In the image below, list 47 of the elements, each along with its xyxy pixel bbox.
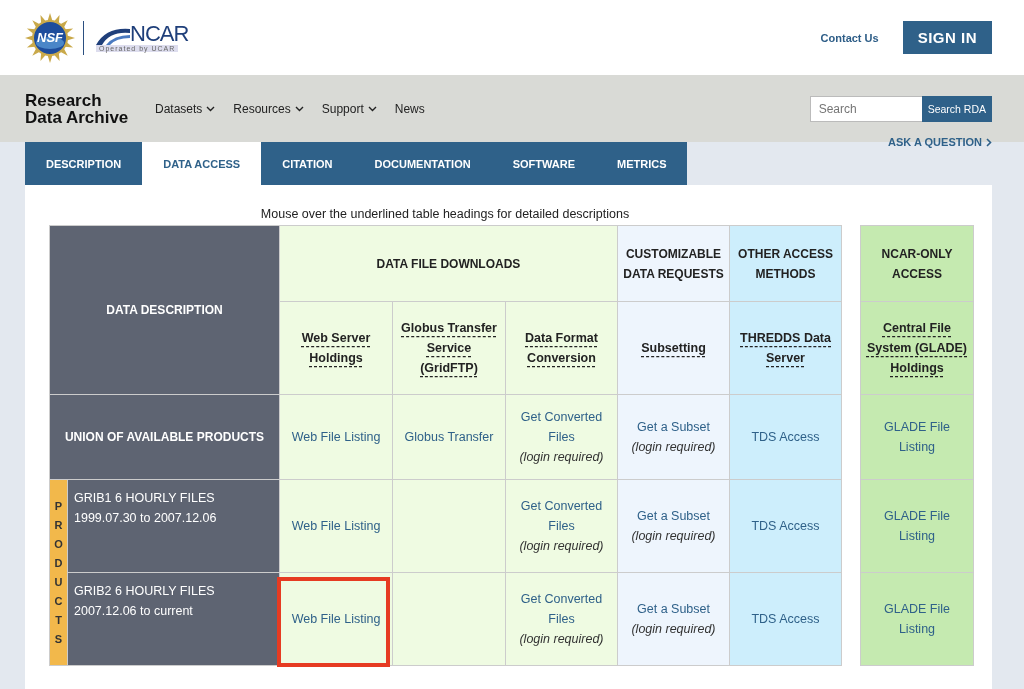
ask-question-link[interactable]: ASK A QUESTION <box>888 136 992 148</box>
column-subheading[interactable]: Subsetting <box>641 338 706 358</box>
login-note: (login required) <box>519 449 604 466</box>
table-link[interactable]: Globus Transfer <box>404 427 494 447</box>
table-link[interactable]: Get a Subset <box>637 599 710 619</box>
table-link[interactable]: Get Converted Files <box>510 496 613 536</box>
table-link[interactable]: Get Converted Files <box>510 589 613 629</box>
products-label: PRODUCTS <box>53 498 64 647</box>
contact-link[interactable]: Contact Us <box>820 31 879 44</box>
nav-menu-item[interactable]: Resources <box>233 101 304 116</box>
column-heading: DATA FILE DOWNLOADS <box>376 255 521 273</box>
table-link[interactable]: TDS Access <box>751 427 820 447</box>
login-note: (login required) <box>631 621 716 638</box>
column-heading: OTHER ACCESS METHODS <box>737 245 834 283</box>
tab[interactable]: CITATION <box>261 142 354 185</box>
search-button[interactable]: Search RDA <box>921 95 992 122</box>
search-field[interactable]: Search <box>809 95 922 122</box>
column-heading: CUSTOMIZABLE DATA REQUESTS <box>622 245 725 283</box>
tab[interactable]: DATA ACCESS <box>142 142 262 185</box>
tab[interactable]: DOCUMENTATION <box>353 142 492 185</box>
nav-menu-item[interactable]: News <box>394 101 425 116</box>
sign-in-button[interactable]: SIGN IN <box>902 21 992 54</box>
column-heading: DATA DESCRIPTION <box>106 303 223 317</box>
chevron-right-icon <box>986 137 992 147</box>
column-heading: NCAR-ONLY ACCESS <box>880 245 954 283</box>
instruction-text: Mouse over the underlined table headings for detailed descriptions <box>259 207 631 221</box>
nav-menu-item[interactable]: Datasets <box>155 101 216 116</box>
row-heading: UNION OF AVAILABLE PRODUCTS <box>64 430 265 444</box>
login-note: (login required) <box>631 439 716 456</box>
table-link[interactable]: Get Converted Files <box>510 407 613 447</box>
table-link[interactable]: Web File Listing <box>291 609 381 629</box>
table-link[interactable]: TDS Access <box>751 609 820 629</box>
row-heading: GRIB2 6 HOURLY FILES 2007.12.06 to current <box>74 584 215 618</box>
table-link[interactable]: Web File Listing <box>291 516 381 536</box>
site-title[interactable]: Research Data Archive <box>25 91 143 126</box>
table-link[interactable]: Get a Subset <box>637 506 710 526</box>
tab[interactable]: METRICS <box>596 142 688 185</box>
nav-menu-item[interactable]: Support <box>321 101 377 116</box>
row-heading: GRIB1 6 HOURLY FILES 1999.07.30 to 2007.12.06 <box>74 491 217 525</box>
login-note: (login required) <box>519 631 604 648</box>
login-note: (login required) <box>519 538 604 555</box>
table-link[interactable]: Web File Listing <box>291 427 381 447</box>
tab[interactable]: SOFTWARE <box>491 142 596 185</box>
table-link[interactable]: Get a Subset <box>637 417 710 437</box>
tab[interactable]: DESCRIPTION <box>25 142 143 185</box>
login-note: (login required) <box>631 528 716 545</box>
table-link[interactable]: TDS Access <box>751 516 820 536</box>
